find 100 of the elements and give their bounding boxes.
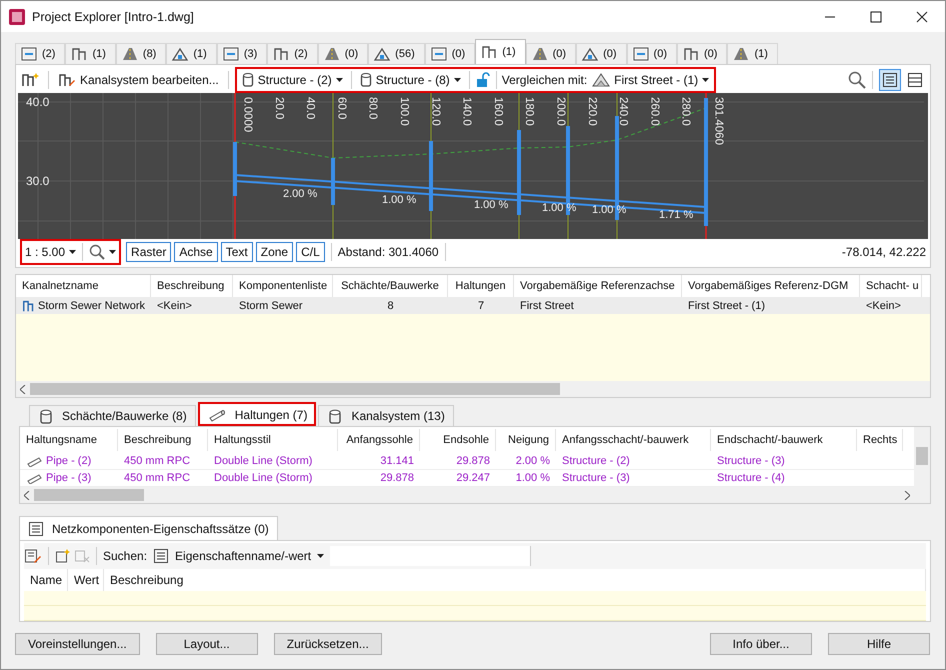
slope-label: 1.71 %: [659, 209, 694, 221]
scroll-left-icon[interactable]: [20, 384, 26, 394]
pipe-icon: [26, 454, 44, 467]
station-label: 100.0: [398, 97, 409, 126]
scroll-right-icon[interactable]: [904, 490, 910, 500]
maximize-icon[interactable]: [870, 10, 882, 22]
station-label: 280.0: [679, 97, 691, 126]
object-tab[interactable]: (0): [526, 43, 576, 64]
pipe-icon: [206, 408, 227, 422]
object-type-icon: [682, 46, 700, 62]
column-header[interactable]: Rechts: [857, 428, 903, 451]
table-cell-text: Storm Sewer: [238, 300, 304, 312]
table-cell-text: 8: [386, 300, 395, 312]
dropdown-arrow-icon: [336, 78, 343, 82]
column-header[interactable]: Endsohle: [420, 428, 496, 451]
table-cell-text: 29.878: [379, 472, 415, 484]
column-header[interactable]: Neigung: [496, 428, 556, 451]
table-cell-text: 29.247: [455, 472, 491, 484]
column-header[interactable]: Beschreibung: [118, 428, 208, 451]
object-tab[interactable]: (0): [677, 43, 728, 64]
object-tab[interactable]: (1): [475, 39, 526, 64]
list-icon: [28, 520, 44, 536]
add-icon[interactable]: [55, 548, 71, 564]
search-field[interactable]: [330, 546, 532, 566]
edit-network-button[interactable]: Kanalsystem bearbeiten...: [55, 69, 222, 91]
distance-readout: Abstand: 301.4060: [338, 245, 439, 259]
object-type-icon: [70, 46, 88, 62]
column-header[interactable]: Haltungsname: [20, 428, 118, 451]
object-tab[interactable]: (0): [424, 43, 476, 64]
edit-list-icon[interactable]: [24, 548, 42, 564]
dropdown-arrow-icon: [109, 250, 116, 254]
table-cell-text: Structure - (4): [716, 472, 786, 484]
object-tab[interactable]: (56): [368, 43, 425, 64]
view-mode-button[interactable]: [879, 69, 901, 91]
padlock-icon[interactable]: [474, 72, 491, 88]
object-type-icon: [272, 46, 290, 62]
elevation-label: 40.0: [26, 95, 50, 109]
display-toggle[interactable]: C/L: [296, 242, 325, 262]
dialog-button[interactable]: Zurücksetzen...: [274, 633, 382, 655]
object-tab[interactable]: (0): [626, 43, 677, 64]
scale-dropdown[interactable]: 1 : 5.00: [22, 241, 80, 263]
dialog-button[interactable]: Hilfe: [828, 633, 930, 655]
column-header[interactable]: Anfangsschacht/-bauwerk: [556, 428, 711, 451]
search-mode-dropdown[interactable]: Eigenschaftenname/-wert: [150, 545, 328, 567]
column-header[interactable]: Haltungsstil: [208, 428, 338, 451]
object-tab[interactable]: (1): [727, 43, 778, 64]
station-label: 80.0: [366, 97, 378, 120]
object-tab[interactable]: (1): [166, 43, 217, 64]
end-structure-dropdown[interactable]: Structure - (8): [356, 69, 464, 91]
scrollbar-thumb[interactable]: [30, 383, 560, 395]
object-type-icon: [373, 46, 392, 62]
object-tab[interactable]: (0): [318, 43, 368, 64]
component-tab[interactable]: Schächte/Bauwerke (8): [29, 405, 196, 426]
display-toggle[interactable]: Zone: [256, 242, 294, 262]
table-cell-text: 7: [476, 300, 486, 312]
display-toggle[interactable]: Raster: [126, 242, 172, 262]
table-cell-text: Double Line (Storm): [213, 472, 314, 484]
dialog-button[interactable]: Voreinstellungen...: [15, 633, 140, 655]
object-type-icon: [530, 46, 549, 62]
scrollbar-thumb[interactable]: [34, 489, 144, 502]
dialog-button[interactable]: Layout...: [156, 633, 258, 655]
object-tab[interactable]: (8): [116, 43, 166, 64]
component-tab[interactable]: Kanalsystem (13): [318, 405, 454, 426]
object-tab[interactable]: (1): [65, 43, 116, 64]
display-toggle[interactable]: Achse: [174, 242, 218, 262]
elevation-label: 30.0: [26, 174, 50, 188]
list-icon: [153, 548, 170, 564]
dialog-button[interactable]: Info über...: [710, 633, 812, 655]
dropdown-arrow-icon: [454, 78, 461, 82]
surface-icon: [592, 72, 610, 88]
scroll-left-icon[interactable]: [24, 490, 30, 500]
station-label: 200.0: [554, 97, 566, 126]
manhole-icon: [38, 408, 54, 424]
manhole-icon: [360, 72, 372, 88]
dropdown-arrow-icon: [317, 554, 324, 558]
property-sets-tab[interactable]: Netzkomponenten-Eigenschaftssätze (0): [19, 516, 278, 540]
table-cell-text: 31.141: [379, 454, 415, 467]
start-structure-dropdown[interactable]: Structure - (2): [238, 69, 346, 91]
table-cell-text: Double Line (Storm): [213, 454, 314, 467]
slope-label: 2.00 %: [283, 188, 318, 200]
object-type-icon: [430, 46, 448, 62]
object-type-icon: [20, 46, 38, 62]
column-header[interactable]: Endschacht/-bauwerk: [711, 428, 857, 451]
search-icon[interactable]: [848, 71, 866, 89]
scrollbar-thumb[interactable]: [916, 447, 928, 465]
station-label: 40.0: [304, 97, 316, 120]
object-tab[interactable]: (3): [216, 43, 268, 64]
object-type-icon: [222, 46, 240, 62]
close-icon[interactable]: [916, 10, 928, 22]
compare-label: Vergleichen mit:: [502, 73, 588, 87]
component-tab[interactable]: Haltungen (7): [198, 402, 316, 426]
manhole-icon: [327, 408, 344, 424]
display-toggle[interactable]: Text: [220, 242, 253, 262]
object-tab[interactable]: (2): [267, 43, 318, 64]
object-tab[interactable]: (0): [576, 43, 627, 64]
table-cell-text: First Street: [519, 300, 575, 312]
compare-surface-dropdown[interactable]: First Street - (1): [589, 69, 712, 91]
column-header[interactable]: Anfangssohle: [338, 428, 420, 451]
station-label: 301.4060: [712, 97, 724, 145]
object-tab[interactable]: (2): [15, 43, 66, 64]
